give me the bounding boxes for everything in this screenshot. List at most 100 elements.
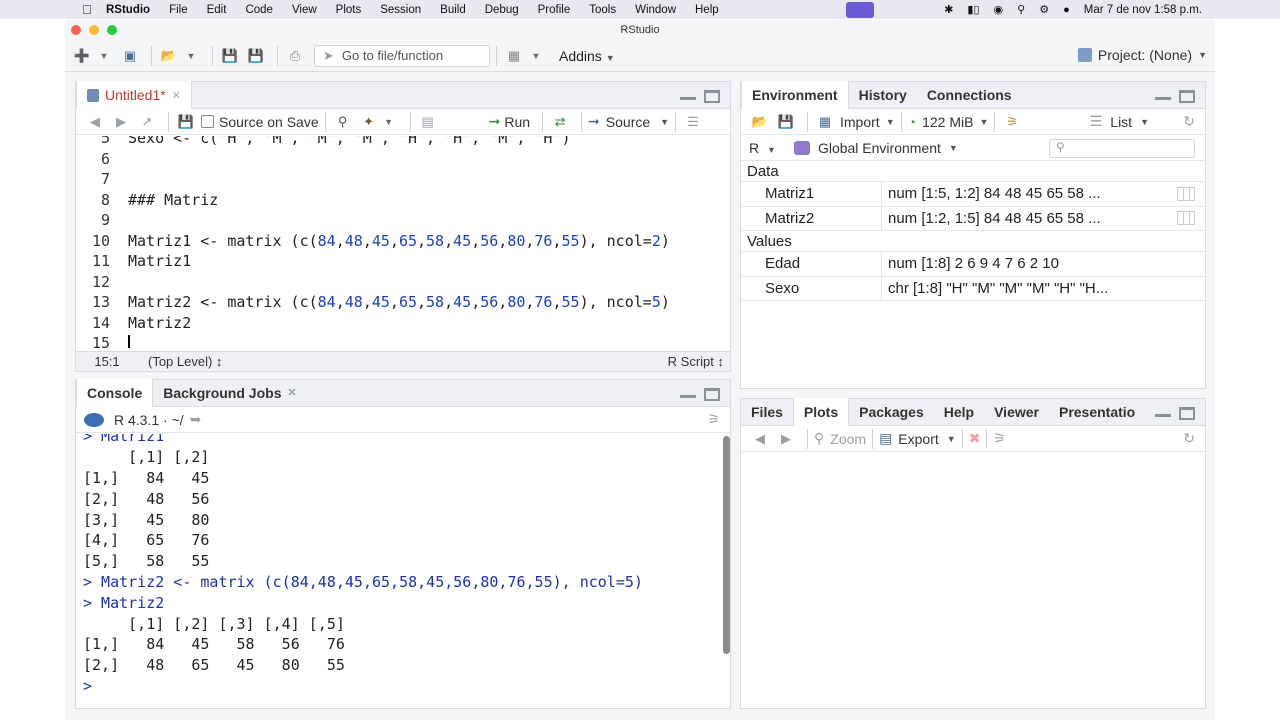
chevron-down-icon[interactable]: ▼ xyxy=(378,113,400,131)
code-line[interactable]: 7 xyxy=(76,169,730,190)
zoom-button[interactable]: ⚲ Zoom xyxy=(814,430,866,447)
export-button[interactable]: ▤ Export ▼ xyxy=(879,430,956,447)
grid-layout-icon[interactable]: ▦ xyxy=(503,47,525,65)
env-row[interactable]: Matriz1 num [1:5, 1:2] 84 48 45 65 58 ... xyxy=(741,182,1205,207)
menu-session[interactable]: Session xyxy=(380,4,421,16)
tab-files[interactable]: Files xyxy=(741,398,793,425)
wifi-icon[interactable]: ◉ xyxy=(994,3,1004,16)
close-tab-icon[interactable]: ✕ xyxy=(287,386,296,399)
siri-icon[interactable]: ● xyxy=(1063,4,1070,16)
chevron-down-icon[interactable]: ▼ xyxy=(93,47,115,65)
previous-plot-icon[interactable]: ◀ xyxy=(749,430,771,448)
code-line[interactable]: 11 Matriz1 xyxy=(76,251,730,272)
view-data-grid-icon[interactable] xyxy=(1177,211,1195,226)
find-replace-icon[interactable]: ⚲ xyxy=(332,113,354,131)
minimize-pane-icon[interactable] xyxy=(1155,90,1171,100)
tab-environment[interactable]: Environment xyxy=(741,81,849,109)
menu-tools[interactable]: Tools xyxy=(589,4,616,16)
rerun-icon[interactable]: ⇄ xyxy=(549,113,571,131)
file-type-selector[interactable]: R Script ↕ xyxy=(668,354,724,369)
next-plot-icon[interactable]: ▶ xyxy=(775,430,797,448)
open-file-icon[interactable]: 📂 xyxy=(158,47,180,65)
maximize-pane-icon[interactable] xyxy=(704,388,720,401)
addins-menu[interactable]: Addins ▼ xyxy=(559,48,615,64)
minimize-pane-icon[interactable] xyxy=(680,388,696,398)
chevron-down-icon[interactable]: ▼ xyxy=(525,47,547,65)
minimize-pane-icon[interactable] xyxy=(1155,407,1171,417)
import-dataset-button[interactable]: ▦ Import ▼ xyxy=(814,113,895,131)
code-line[interactable]: 8 ### Matriz xyxy=(76,190,730,211)
save-icon[interactable]: 💾 xyxy=(219,47,241,65)
maximize-pane-icon[interactable] xyxy=(704,90,720,103)
code-line[interactable]: 12 xyxy=(76,272,730,293)
close-tab-icon[interactable]: ✕ xyxy=(172,89,181,102)
menu-code[interactable]: Code xyxy=(245,4,273,16)
menubar-clock[interactable]: Mar 7 de nov 1:58 p.m. xyxy=(1084,4,1202,16)
show-in-window-icon[interactable]: ↗ xyxy=(136,113,158,131)
tab-presentation[interactable]: Presentatio xyxy=(1049,398,1145,425)
language-selector[interactable]: R ▼ xyxy=(749,140,776,156)
menu-app-name[interactable]: RStudio xyxy=(106,4,150,16)
refresh-icon[interactable]: ↻ xyxy=(1183,113,1195,130)
save-workspace-icon[interactable]: 💾 xyxy=(775,113,797,131)
tab-help[interactable]: Help xyxy=(934,398,984,425)
code-editor[interactable]: 5 Sexo <- c("H", "M", "M", "M", "H", "H",… xyxy=(76,136,730,348)
env-row[interactable]: Matriz2 num [1:2, 1:5] 84 48 45 65 58 ... xyxy=(741,206,1205,231)
scope-selector[interactable]: (Top Level) ↕ xyxy=(148,354,668,369)
minimize-pane-icon[interactable] xyxy=(680,90,696,100)
apple-icon[interactable]:  xyxy=(80,2,94,17)
print-icon[interactable]: ⎙ xyxy=(284,47,306,65)
save-all-icon[interactable]: 💾 xyxy=(245,47,267,65)
goto-file-input[interactable]: ➤ Go to file/function xyxy=(314,44,490,67)
new-file-icon[interactable]: ➕ xyxy=(71,47,93,65)
console-scrollbar[interactable] xyxy=(723,436,730,654)
code-line[interactable]: 14 Matriz2 xyxy=(76,313,730,334)
close-window-button[interactable] xyxy=(71,25,81,35)
menu-plots[interactable]: Plots xyxy=(336,4,362,16)
chevron-down-icon[interactable]: ▼ xyxy=(180,47,202,65)
maximize-pane-icon[interactable] xyxy=(1179,90,1195,103)
project-menu[interactable]: Project: (None) ▼ xyxy=(1077,47,1207,63)
source-on-save-checkbox[interactable]: Source on Save xyxy=(201,114,319,130)
control-center-icon[interactable]: ⚙ xyxy=(1039,3,1049,16)
code-line[interactable]: 10 Matriz1 <- matrix (c(84,48,45,65,58,45… xyxy=(76,231,730,252)
environment-search-input[interactable]: ⚲ xyxy=(1049,139,1195,158)
code-line[interactable]: 6 xyxy=(76,149,730,170)
search-icon[interactable]: ⚲ xyxy=(1017,3,1025,16)
console-output[interactable]: > Matriz1 [,1] [,2] [1,] 84 45 [2,] 48 56 [… xyxy=(76,434,716,708)
tab-viewer[interactable]: Viewer xyxy=(984,398,1049,425)
code-line[interactable]: 15 xyxy=(76,333,730,348)
view-data-grid-icon[interactable] xyxy=(1177,186,1195,201)
clear-objects-broom-icon[interactable]: ⚞ xyxy=(1001,113,1023,131)
go-to-directory-icon[interactable]: ➥ xyxy=(190,411,202,428)
menu-debug[interactable]: Debug xyxy=(485,4,519,16)
code-line[interactable]: 5 Sexo <- c("H", "M", "M", "M", "H", "H",… xyxy=(76,136,730,149)
tab-history[interactable]: History xyxy=(849,81,917,108)
env-row[interactable]: Edad num [1:8] 2 6 9 4 7 6 2 10 xyxy=(741,252,1205,277)
scope-selector[interactable]: Global Environment ▼ xyxy=(793,140,958,156)
run-button[interactable]: ➞ Run xyxy=(489,113,530,130)
forward-arrow-icon[interactable]: ▶ xyxy=(110,113,132,131)
refresh-icon[interactable]: ↻ xyxy=(1183,430,1195,447)
minimize-window-button[interactable] xyxy=(89,25,99,35)
tab-untitled1[interactable]: Untitled1* ✕ xyxy=(76,81,192,109)
tab-plots[interactable]: Plots xyxy=(792,398,850,426)
view-mode-list-button[interactable]: ☰ List ▼ xyxy=(1090,113,1149,130)
source-button[interactable]: ➞ Source ▼ xyxy=(588,113,669,130)
tab-packages[interactable]: Packages xyxy=(849,398,934,425)
new-project-icon[interactable]: ▣ xyxy=(119,47,141,65)
battery-icon[interactable]: ▮▯ xyxy=(967,3,979,16)
menu-build[interactable]: Build xyxy=(440,4,466,16)
tab-connections[interactable]: Connections xyxy=(917,81,1022,108)
back-arrow-icon[interactable]: ◀ xyxy=(84,113,106,131)
code-line[interactable]: 9 xyxy=(76,210,730,231)
clear-plots-broom-icon[interactable]: ⚞ xyxy=(993,430,1006,447)
menu-profile[interactable]: Profile xyxy=(538,4,571,16)
document-outline-icon[interactable]: ☰ xyxy=(682,113,704,131)
code-line[interactable]: 13 Matriz2 <- matrix (c(84,48,45,65,58,45… xyxy=(76,292,730,313)
menu-file[interactable]: File xyxy=(169,4,188,16)
menu-edit[interactable]: Edit xyxy=(207,4,227,16)
env-row[interactable]: Sexo chr [1:8] "H" "M" "M" "M" "H" "H... xyxy=(741,276,1205,301)
load-workspace-icon[interactable]: 📂 xyxy=(749,113,771,131)
menu-help[interactable]: Help xyxy=(695,4,719,16)
